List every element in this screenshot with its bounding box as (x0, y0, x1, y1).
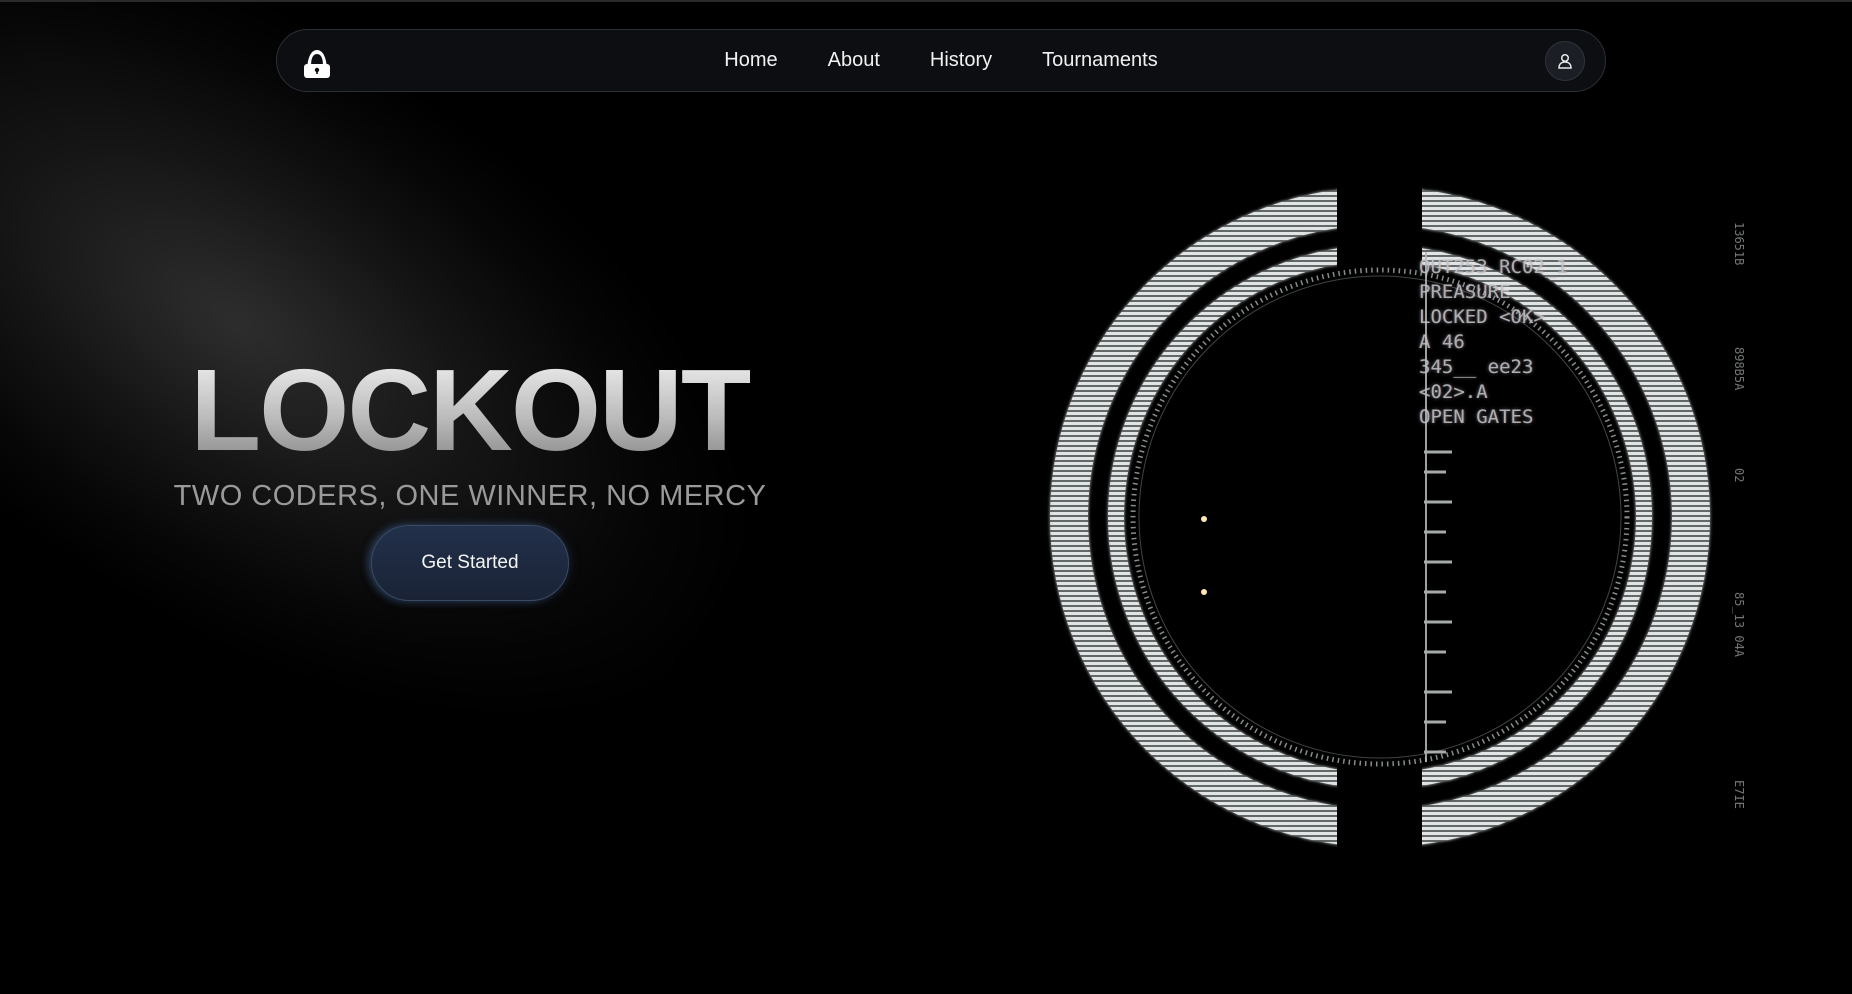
hud-line: OPEN GATES (1419, 406, 1534, 428)
hud-side-label: 85_13 04A (1732, 592, 1746, 658)
hud-side-label: 13651B (1732, 222, 1746, 266)
hud-terminal-text: OUT253 RC02_1 PREASURE LOCKED <OK> A 46 … (1419, 255, 1568, 430)
hud-side-label: E7IE (1732, 780, 1746, 809)
hud-line: <02>.A (1419, 381, 1488, 403)
hud-side-label: 02 (1732, 468, 1746, 483)
page: Home About History Tournaments LOCKOUT T… (0, 0, 1852, 994)
hud-line: PREASURE (1419, 281, 1511, 303)
hud-side-label: 898B5A (1732, 347, 1746, 391)
hud-line: LOCKED <OK> (1419, 306, 1545, 328)
radar-blip (1201, 516, 1207, 522)
hud-line: A 46 (1419, 331, 1465, 353)
radar-blip (1201, 589, 1207, 595)
hud-line: OUT253 RC02_1 (1419, 256, 1568, 278)
hud-radar-graphic (1050, 187, 1710, 847)
hud-line: 345__ ee23 (1419, 356, 1534, 378)
hud-outer-rings (1050, 187, 1710, 847)
